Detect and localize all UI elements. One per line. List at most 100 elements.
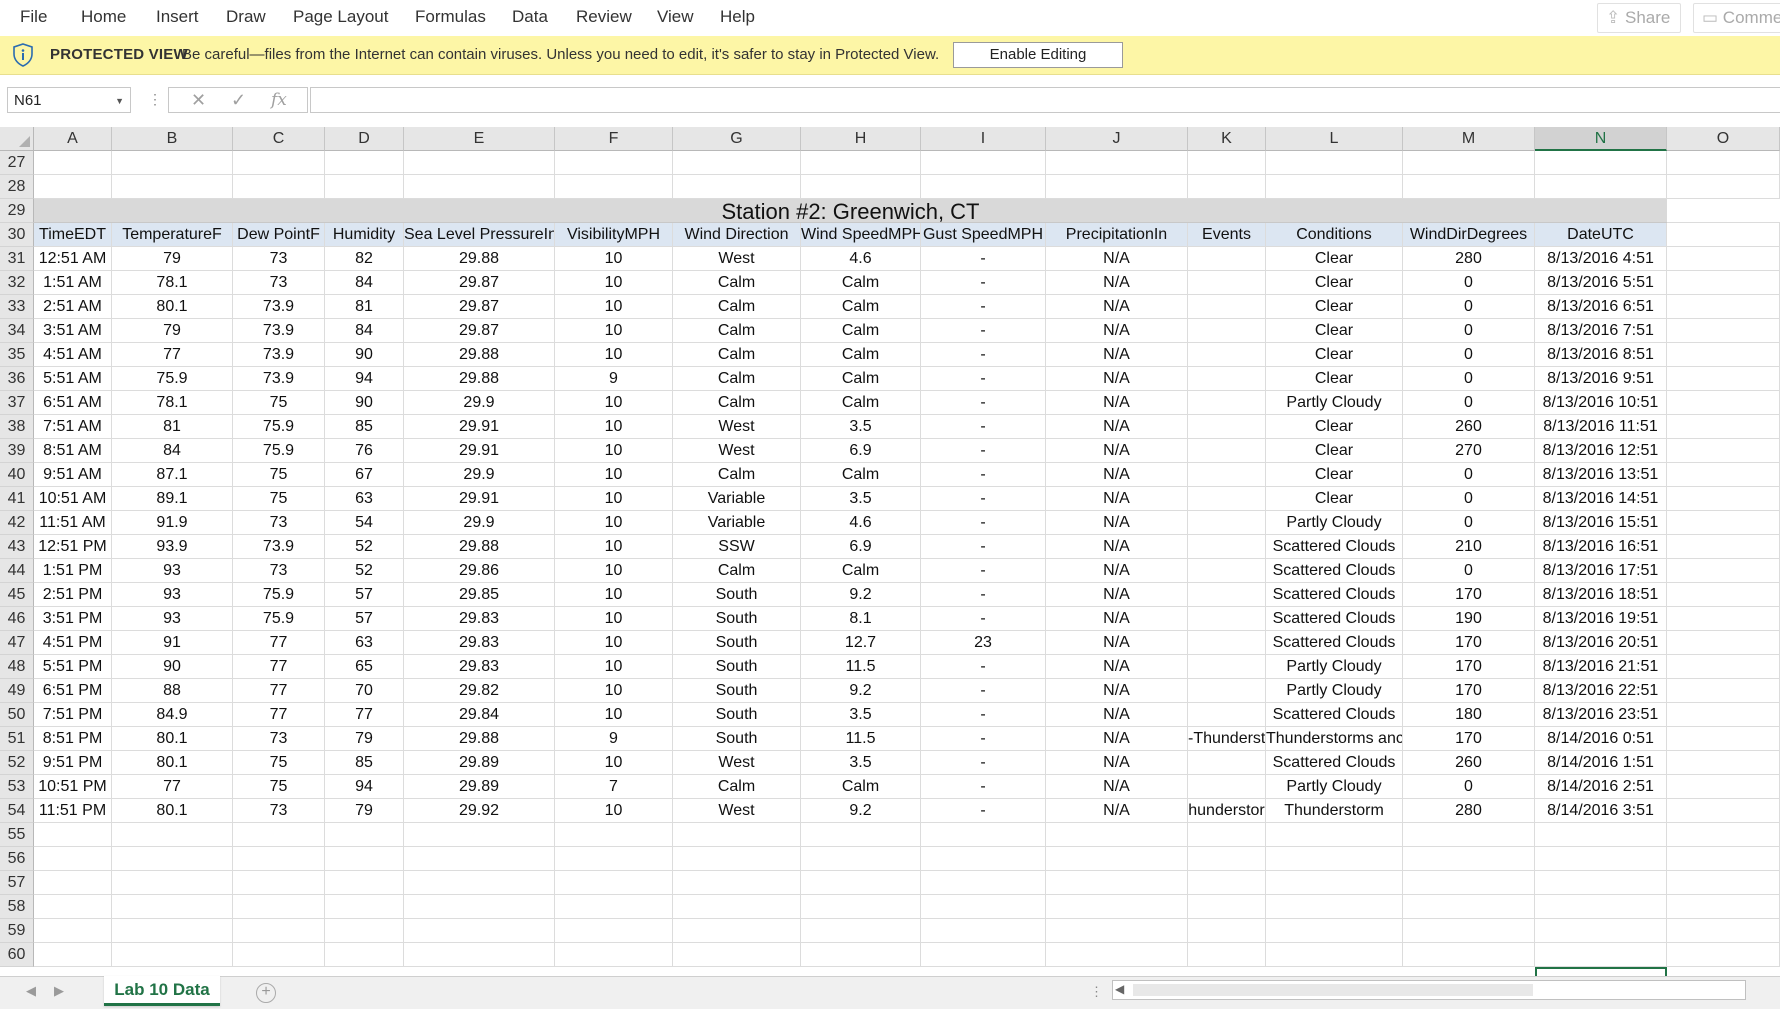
empty-cell[interactable] [34,823,112,847]
data-cell[interactable]: 11:51 PM [34,799,112,823]
empty-cell[interactable] [1535,175,1667,199]
data-cell[interactable] [1667,583,1780,607]
data-cell[interactable]: 8/14/2016 1:51 [1535,751,1667,775]
header-cell[interactable]: Humidity [325,223,404,247]
data-cell[interactable]: 5:51 AM [34,367,112,391]
row-header-32[interactable]: 32 [0,271,34,295]
sheet-tab-lab-10-data[interactable]: Lab 10 Data [104,976,220,1006]
enable-editing-button[interactable]: Enable Editing [953,42,1123,68]
empty-cell[interactable] [555,847,673,871]
name-box[interactable]: N61 ▼ [7,87,131,113]
row-header-43[interactable]: 43 [0,535,34,559]
empty-cell[interactable] [1266,919,1403,943]
worksheet-grid[interactable]: ABCDEFGHIJKLMNO 27 28 29 30 31 32 33 34 35 36 37 38… [0,127,1780,976]
data-cell[interactable]: 29.84 [404,703,555,727]
data-cell[interactable]: N/A [1046,511,1188,535]
data-cell[interactable]: 85 [325,751,404,775]
data-cell[interactable]: 10 [555,247,673,271]
data-cell[interactable]: 78.1 [112,391,233,415]
data-cell[interactable]: hunderstor [1188,799,1266,823]
data-cell[interactable]: Calm [673,295,801,319]
data-cell[interactable]: Partly Cloudy [1266,391,1403,415]
row-header-45[interactable]: 45 [0,583,34,607]
data-cell[interactable]: N/A [1046,415,1188,439]
data-cell[interactable]: 90 [325,343,404,367]
data-cell[interactable] [1667,751,1780,775]
data-cell[interactable]: - [921,511,1046,535]
data-cell[interactable]: 93 [112,583,233,607]
data-cell[interactable]: N/A [1046,751,1188,775]
data-cell[interactable]: 8/13/2016 19:51 [1535,607,1667,631]
data-cell[interactable]: - [921,319,1046,343]
data-cell[interactable]: N/A [1046,271,1188,295]
data-cell[interactable]: Calm [801,343,921,367]
data-cell[interactable]: 79 [112,247,233,271]
data-cell[interactable]: Scattered Clouds [1266,631,1403,655]
data-cell[interactable]: 29.91 [404,439,555,463]
data-cell[interactable]: 10 [555,679,673,703]
data-cell[interactable]: 10 [555,487,673,511]
share-button[interactable]: ⇪ Share [1597,3,1682,33]
row-header-55[interactable]: 55 [0,823,34,847]
data-cell[interactable]: 270 [1403,439,1535,463]
empty-cell[interactable] [1403,895,1535,919]
menu-review[interactable]: Review [576,7,632,27]
empty-cell[interactable] [555,175,673,199]
data-cell[interactable] [1188,415,1266,439]
data-cell[interactable]: 93 [112,607,233,631]
data-cell[interactable]: 63 [325,487,404,511]
data-cell[interactable]: 80.1 [112,751,233,775]
data-cell[interactable]: 93.9 [112,535,233,559]
data-cell[interactable]: N/A [1046,631,1188,655]
empty-cell[interactable] [673,175,801,199]
data-cell[interactable]: 75 [233,487,325,511]
header-cell[interactable]: VisibilityMPH [555,223,673,247]
menu-page-layout[interactable]: Page Layout [293,7,388,27]
data-cell[interactable]: 10 [555,511,673,535]
data-cell[interactable]: 8/13/2016 22:51 [1535,679,1667,703]
column-header-j[interactable]: J [1046,127,1188,151]
data-cell[interactable]: 8/13/2016 23:51 [1535,703,1667,727]
data-cell[interactable]: N/A [1046,799,1188,823]
row-header-42[interactable]: 42 [0,511,34,535]
empty-cell[interactable] [1403,151,1535,175]
data-cell[interactable]: 0 [1403,463,1535,487]
data-cell[interactable]: 10 [555,439,673,463]
empty-cell[interactable] [1046,151,1188,175]
empty-cell[interactable] [325,943,404,967]
data-cell[interactable]: 11:51 AM [34,511,112,535]
data-cell[interactable]: N/A [1046,295,1188,319]
data-cell[interactable]: 73 [233,799,325,823]
menu-data[interactable]: Data [512,7,548,27]
empty-cell[interactable] [1535,919,1667,943]
data-cell[interactable]: 10:51 AM [34,487,112,511]
data-cell[interactable] [1188,319,1266,343]
row-header-52[interactable]: 52 [0,751,34,775]
data-cell[interactable]: - [921,583,1046,607]
data-cell[interactable]: 0 [1403,559,1535,583]
empty-cell[interactable] [1188,919,1266,943]
row-header-30[interactable]: 30 [0,223,34,247]
data-cell[interactable]: 29.83 [404,631,555,655]
empty-cell[interactable] [673,871,801,895]
row-header-51[interactable]: 51 [0,727,34,751]
data-cell[interactable]: Scattered Clouds [1266,751,1403,775]
empty-cell[interactable] [112,871,233,895]
data-cell[interactable] [1188,703,1266,727]
data-cell[interactable]: 73.9 [233,367,325,391]
row-header-29[interactable]: 29 [0,199,34,223]
data-cell[interactable]: 77 [112,775,233,799]
data-cell[interactable]: 8/13/2016 20:51 [1535,631,1667,655]
data-cell[interactable] [1188,559,1266,583]
data-cell[interactable]: - [921,607,1046,631]
data-cell[interactable]: 3.5 [801,703,921,727]
empty-cell[interactable] [1266,943,1403,967]
empty-cell[interactable] [112,847,233,871]
header-cell[interactable]: WindDirDegrees [1403,223,1535,247]
empty-cell[interactable] [1046,847,1188,871]
data-cell[interactable]: 170 [1403,655,1535,679]
data-cell[interactable]: 0 [1403,487,1535,511]
data-cell[interactable]: 10 [555,415,673,439]
data-cell[interactable]: 54 [325,511,404,535]
empty-cell[interactable] [325,871,404,895]
